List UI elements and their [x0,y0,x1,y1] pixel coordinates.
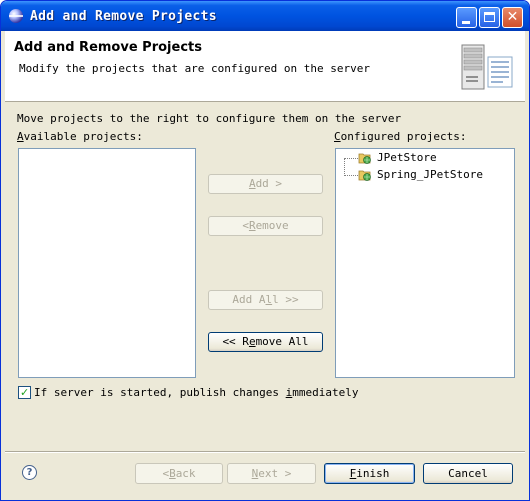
close-icon: ✕ [506,9,519,25]
web-project-icon [358,153,371,164]
tree-line [344,175,358,176]
server-wizard-icon [461,44,513,90]
checkmark-icon: ✓ [20,386,30,399]
configured-projects-label: Configured projects: [334,130,467,143]
title-bar[interactable]: Add and Remove Projects ✕ [1,1,529,31]
back-button[interactable]: < Back [135,463,223,484]
page-title: Add and Remove Projects [14,40,202,55]
tree-connector [344,158,345,176]
window-title: Add and Remove Projects [30,9,217,24]
available-projects-list[interactable] [18,148,196,378]
close-button[interactable]: ✕ [502,7,523,28]
tree-line [344,158,358,159]
configured-projects-list[interactable]: JPetStore Spring_JPetStore [335,148,515,378]
help-icon[interactable]: ? [22,465,37,480]
remove-all-button[interactable]: << Remove All [208,332,323,352]
cancel-button[interactable]: Cancel [423,463,513,484]
project-label: JPetStore [377,151,437,164]
web-project-icon [358,170,371,181]
footer-separator [5,451,525,453]
next-button[interactable]: Next > [227,463,316,484]
wizard-header: Add and Remove Projects Modify the proje… [5,31,525,102]
minimize-icon [462,21,470,24]
add-button[interactable]: Add > [208,174,323,194]
available-projects-label: Available projects: [17,130,143,143]
project-label: Spring_JPetStore [377,168,483,181]
maximize-icon [484,12,495,22]
add-all-button[interactable]: Add All >> [208,290,323,310]
eclipse-icon-stripe [9,15,23,17]
minimize-button[interactable] [456,7,477,28]
dialog-window: Add and Remove Projects ✕ Add and Remove… [0,0,530,501]
maximize-button[interactable] [479,7,500,28]
publish-immediately-checkbox[interactable]: ✓ [18,386,31,399]
instruction-text: Move projects to the right to configure … [17,112,402,125]
page-description: Modify the projects that are configured … [19,62,370,75]
finish-button[interactable]: Finish [324,463,415,484]
publish-immediately-label[interactable]: If server is started, publish changes im… [34,386,359,399]
remove-button[interactable]: < Remove [208,216,323,236]
